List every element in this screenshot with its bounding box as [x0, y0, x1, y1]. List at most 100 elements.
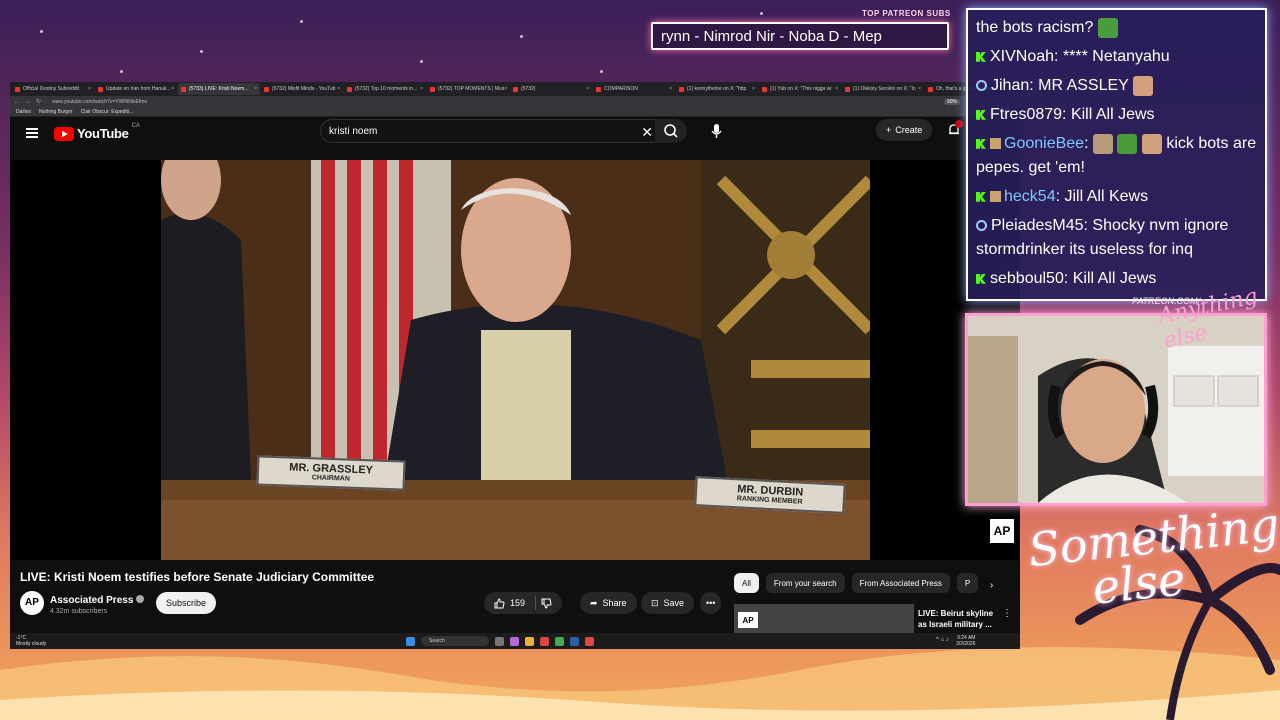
start-icon[interactable]: [406, 636, 415, 646]
tab-favicon-icon: [679, 86, 684, 92]
bookmark-clair-obscur[interactable]: Clair Obscur: Expediti...: [81, 109, 134, 115]
weather-desc: Mostly cloudy: [16, 641, 47, 647]
close-tab-icon[interactable]: ×: [918, 86, 921, 92]
weather-widget[interactable]: -1°C Mostly cloudy: [16, 635, 46, 647]
webcam-feed: [968, 316, 1264, 503]
channel-info: AP Associated Press 4.32m subscribers: [20, 590, 145, 615]
chat-message: XIVNoah: **** Netanyahu: [976, 45, 1257, 69]
tab-label: (1) Oleksiy Sorokin on X: "In: [853, 86, 916, 92]
chip-all[interactable]: All: [734, 573, 759, 593]
chevron-right-icon[interactable]: ›: [990, 580, 993, 591]
tab-favicon-icon: [430, 86, 435, 92]
tab-favicon-icon: [264, 86, 269, 92]
kick-badge-icon: [976, 191, 986, 202]
browser-tab[interactable]: (5732) Top 10 moments in... ×: [344, 83, 426, 95]
browser-tab[interactable]: Official Destiny Subreddit ×: [12, 83, 94, 95]
chip-partial[interactable]: P: [956, 573, 979, 593]
more-vertical-icon[interactable]: ⋮: [1002, 608, 1012, 619]
voice-search-button[interactable]: [704, 119, 728, 143]
video-frame: MR. GRASSLEY CHAIRMAN MR. DURBIN RANKING…: [161, 160, 870, 560]
thumbs-up-icon: [494, 597, 505, 608]
close-tab-icon[interactable]: ×: [171, 86, 174, 92]
close-tab-icon[interactable]: ×: [420, 86, 423, 92]
obs-icon[interactable]: [585, 636, 594, 646]
steam-icon[interactable]: [570, 636, 579, 646]
bookmark-dailies[interactable]: Dailies: [16, 109, 31, 115]
chip-from-ap[interactable]: From Associated Press: [851, 573, 950, 593]
channel-name[interactable]: Associated Press: [50, 595, 133, 606]
create-button[interactable]: + Create: [876, 119, 933, 141]
browser-tab[interactable]: (5732) TOP MOMENTS | Mus ×: [427, 83, 509, 95]
tab-label: (5732): [521, 86, 536, 92]
browser-tab[interactable]: (1) Oleksiy Sorokin on X: "In ×: [842, 83, 924, 95]
close-tab-icon[interactable]: ×: [337, 86, 340, 92]
reload-icon[interactable]: ↻: [36, 98, 41, 105]
chrome-icon[interactable]: [555, 636, 564, 646]
app-icon[interactable]: [510, 636, 519, 646]
close-tab-icon[interactable]: ×: [835, 86, 838, 92]
patreon-ticker-label: TOP PATREON SUBS: [862, 9, 951, 18]
chat-username: XIVNoah: [990, 48, 1055, 65]
recommended-thumbnail[interactable]: AP: [734, 604, 914, 634]
thumbs-down-icon[interactable]: [541, 598, 552, 609]
back-icon[interactable]: ←: [14, 99, 20, 105]
search-input[interactable]: [329, 126, 629, 137]
close-tab-icon[interactable]: ×: [669, 86, 672, 92]
browser-tab[interactable]: (5732) Misfit Minds - YouTub ×: [261, 83, 343, 95]
task-view-icon[interactable]: [495, 636, 504, 646]
close-tab-icon[interactable]: ×: [752, 86, 755, 92]
browser-tab[interactable]: Update on Iran from Hanuk... ×: [95, 83, 177, 95]
app-icon-2[interactable]: [540, 636, 549, 646]
chat-text: Kill All Jews: [1072, 270, 1157, 287]
close-tab-icon[interactable]: ×: [586, 86, 589, 92]
close-tab-icon[interactable]: ×: [254, 86, 257, 92]
taskbar-search[interactable]: Search: [421, 636, 489, 646]
forward-icon[interactable]: →: [25, 99, 31, 105]
recommended-video[interactable]: AP LIVE: Beirut skyline as Israeli milit…: [734, 604, 1014, 634]
channel-avatar[interactable]: AP: [20, 590, 44, 615]
verified-icon: [136, 594, 145, 603]
chat-text: the bots racism?: [976, 19, 1094, 36]
chat-message: the bots racism?: [976, 16, 1257, 40]
subscriber-count: 4.32m subscribers: [50, 608, 108, 615]
chat-username: PleiadesM45: [991, 217, 1084, 234]
browser-tab[interactable]: (1) kennythetoe on X: "http ×: [676, 83, 758, 95]
close-tab-icon[interactable]: ×: [88, 86, 91, 92]
browser-tab[interactable]: (5733) LIVE: Kristi Noem... ×: [178, 83, 260, 95]
chat-message: sebboul50: Kill All Jews: [976, 267, 1257, 291]
kick-badge-icon: [976, 51, 986, 62]
youtube-wordmark: YouTube: [77, 126, 129, 141]
youtube-logo[interactable]: YouTube CA: [54, 123, 140, 141]
save-button[interactable]: ⊡ Save: [641, 592, 695, 614]
browser-tab[interactable]: COMPARISON ×: [593, 83, 675, 95]
clear-search-icon[interactable]: ✕: [641, 124, 653, 141]
like-button[interactable]: 159: [484, 592, 563, 614]
youtube-header: YouTube CA ✕ + Create: [10, 117, 1020, 149]
recommended-title[interactable]: LIVE: Beirut skyline as Israeli military…: [918, 608, 1004, 630]
tab-favicon-icon: [928, 86, 933, 92]
close-tab-icon[interactable]: ×: [504, 86, 507, 92]
file-explorer-icon[interactable]: [525, 636, 534, 646]
create-label: Create: [895, 125, 923, 135]
system-clock[interactable]: 9:24 AM 3/3/2026: [956, 635, 975, 647]
search-button[interactable]: [655, 119, 687, 143]
bookmark-nothing-burger[interactable]: Nothing Burger: [39, 109, 73, 115]
more-actions-button[interactable]: •••: [700, 592, 722, 614]
kick-badge-icon: [976, 273, 986, 284]
tab-favicon-icon: [98, 86, 103, 92]
country-code: CA: [131, 123, 140, 129]
browser-tab[interactable]: (1) Yub on X: "This nigga wi ×: [759, 83, 841, 95]
share-button[interactable]: ➦ Share: [580, 592, 637, 614]
video-player[interactable]: MR. GRASSLEY CHAIRMAN MR. DURBIN RANKING…: [10, 160, 1020, 560]
tab-favicon-icon: [513, 86, 518, 92]
browser-tab[interactable]: (5732) ×: [510, 83, 592, 95]
menu-icon[interactable]: [26, 128, 38, 138]
url-field[interactable]: www.youtube.com/watch?v=YWRtNlxEfmo: [52, 99, 147, 105]
like-count: 159: [510, 598, 526, 608]
subscribe-button[interactable]: Subscribe: [156, 592, 217, 614]
chat-text: Jill All Kews: [1064, 188, 1149, 205]
zoom-indicator[interactable]: 90%: [943, 98, 960, 105]
system-tray-icons[interactable]: ^ ⌂ ♪: [936, 637, 949, 643]
chip-from-search[interactable]: From your search: [765, 573, 845, 593]
chat-message: PleiadesM45: Shocky nvm ignore stormdrin…: [976, 217, 1229, 258]
